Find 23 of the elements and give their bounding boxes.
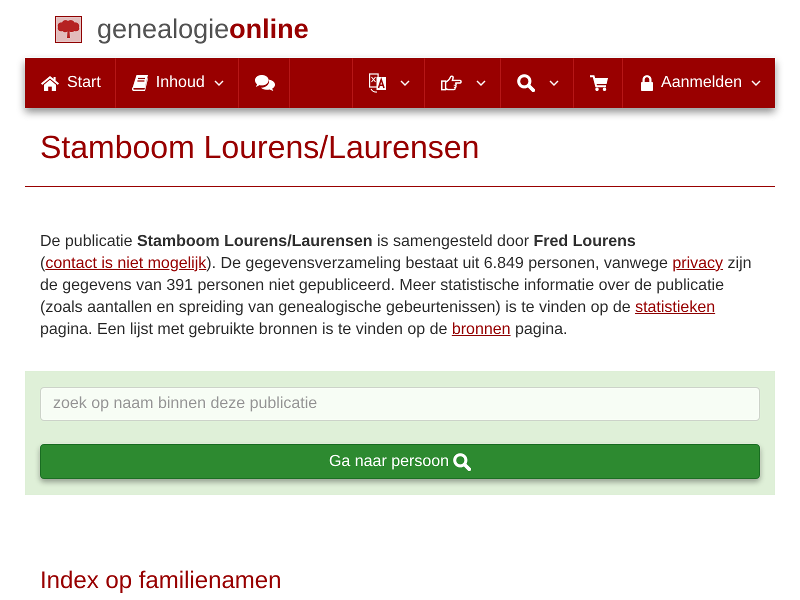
section-heading: Index op familienamen (39, 568, 282, 594)
translate-icon (369, 73, 386, 93)
site-logo-text[interactable]: genealogieonline (97, 15, 309, 43)
lock-icon (641, 75, 654, 91)
home-icon (41, 76, 59, 90)
nav-menu[interactable]: Aanmelden (622, 58, 775, 108)
search-icon (453, 452, 472, 470)
text-link[interactable]: privacy (672, 255, 724, 272)
search-icon (517, 74, 536, 92)
search-field[interactable]: zoek op naam binnen deze publicatie (40, 387, 760, 421)
cart-icon (590, 75, 608, 91)
page-title: Stamboom Lourens/Laurensen (40, 130, 480, 165)
pointing-hand-icon (441, 75, 462, 91)
intro-paragraph: De publicatie Stamboom Lourens/Laurensen is samengesteld door Fred Lourens (contact is niet mogelijk). De gegevensverzameling bestaat uit 6.849 personen, vanwege privacy zijn de gegevens van 391 personen niet gepubliceerd. Meer statistische informatie over de publicatie (zoals aantallen en spreiding van genealogische gebeurtenissen) is te vinden op de statistieken pagina. Een lijst met gebruikte bronnen is te vinden op de bronnen pagina. (39, 232, 753, 340)
chat-bubbles-icon (254, 75, 275, 91)
search-button[interactable]: Ga naar persoon (40, 444, 760, 479)
text-link[interactable]: statistieken (635, 299, 716, 316)
nav-menu[interactable]: Inhoud (116, 58, 239, 108)
text-link[interactable]: contact is niet mogelijk (45, 255, 206, 272)
nav-link[interactable]: Start (25, 58, 116, 108)
text-link[interactable]: bronnen (452, 321, 511, 338)
tree-logo-icon[interactable] (55, 16, 82, 42)
book-icon (132, 75, 148, 91)
